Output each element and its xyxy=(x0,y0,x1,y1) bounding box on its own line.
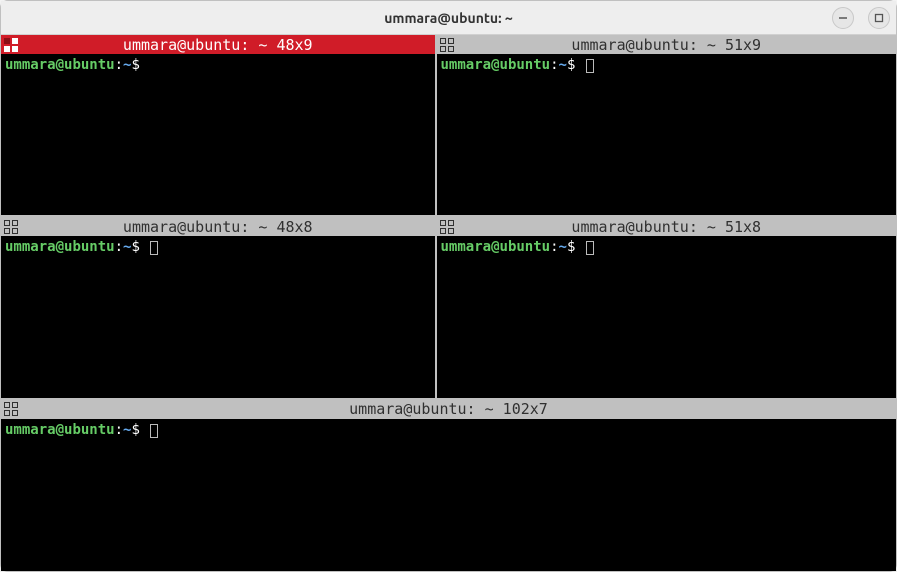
pane-mid-left[interactable]: ummara@ubuntu: ~ 48x8 ummara@ubuntu:~$ xyxy=(1,217,435,397)
prompt-host: ubuntu xyxy=(64,57,115,73)
pane-top-left[interactable]: ummara@ubuntu: ~ 48x9 ummara@ubuntu:~$ xyxy=(1,35,435,215)
pane-body-bottom[interactable]: ummara@ubuntu:~$ xyxy=(1,419,896,571)
pane-row-2: ummara@ubuntu: ~ 48x8 ummara@ubuntu:~$ xyxy=(1,217,896,397)
pane-split-icon xyxy=(4,38,18,52)
prompt-colon: : xyxy=(115,422,123,438)
prompt-host: ubuntu xyxy=(500,57,551,73)
prompt-user: ummara xyxy=(5,422,56,438)
prompt-symbol: $ xyxy=(567,57,575,73)
cursor xyxy=(150,424,158,438)
prompt-symbol: $ xyxy=(131,422,139,438)
window-frame: ummara@ubuntu: ~ xyxy=(0,0,897,572)
pane-split-icon xyxy=(4,220,18,234)
pane-body-mid-left[interactable]: ummara@ubuntu:~$ xyxy=(1,236,435,397)
pane-row-1: ummara@ubuntu: ~ 48x9 ummara@ubuntu:~$ xyxy=(1,35,896,215)
pane-body-mid-right[interactable]: ummara@ubuntu:~$ xyxy=(437,236,897,397)
cursor xyxy=(586,59,594,73)
pane-split-icon xyxy=(440,220,454,234)
prompt-user: ummara xyxy=(441,57,492,73)
window-title: ummara@ubuntu: ~ xyxy=(384,10,513,26)
prompt-at: @ xyxy=(491,239,499,255)
prompt-path: ~ xyxy=(559,57,567,73)
pane-mid-right[interactable]: ummara@ubuntu: ~ 51x8 ummara@ubuntu:~$ xyxy=(437,217,897,397)
pane-title-top-right[interactable]: ummara@ubuntu: ~ 51x9 xyxy=(437,35,897,54)
prompt-at: @ xyxy=(56,239,64,255)
pane-title-mid-left[interactable]: ummara@ubuntu: ~ 48x8 xyxy=(1,217,435,236)
window-titlebar[interactable]: ummara@ubuntu: ~ xyxy=(1,1,896,35)
prompt-at: @ xyxy=(56,57,64,73)
pane-title-bottom[interactable]: ummara@ubuntu: ~ 102x7 xyxy=(1,400,896,419)
prompt-symbol: $ xyxy=(131,57,139,73)
prompt-colon: : xyxy=(550,239,558,255)
prompt-path: ~ xyxy=(559,239,567,255)
prompt-colon: : xyxy=(550,57,558,73)
cursor xyxy=(150,241,158,255)
pane-title-top-left[interactable]: ummara@ubuntu: ~ 48x9 xyxy=(1,35,435,54)
pane-title-text: ummara@ubuntu: ~ 51x8 xyxy=(571,218,761,236)
prompt-at: @ xyxy=(491,57,499,73)
pane-title-text: ummara@ubuntu: ~ 48x8 xyxy=(123,218,313,236)
prompt-user: ummara xyxy=(5,57,56,73)
maximize-button[interactable] xyxy=(868,7,890,29)
pane-bottom[interactable]: ummara@ubuntu: ~ 102x7 ummara@ubuntu:~$ xyxy=(1,400,896,571)
cursor xyxy=(586,241,594,255)
pane-split-icon xyxy=(4,402,18,416)
prompt-colon: : xyxy=(115,239,123,255)
prompt-user: ummara xyxy=(441,239,492,255)
pane-split-icon xyxy=(440,38,454,52)
pane-title-text: ummara@ubuntu: ~ 102x7 xyxy=(349,400,548,418)
prompt-symbol: $ xyxy=(567,239,575,255)
pane-top-right[interactable]: ummara@ubuntu: ~ 51x9 ummara@ubuntu:~$ xyxy=(437,35,897,215)
pane-row-3: ummara@ubuntu: ~ 102x7 ummara@ubuntu:~$ xyxy=(1,400,896,571)
prompt-host: ubuntu xyxy=(64,239,115,255)
pane-title-text: ummara@ubuntu: ~ 48x9 xyxy=(123,36,313,54)
prompt-user: ummara xyxy=(5,239,56,255)
window-controls xyxy=(832,7,890,29)
prompt-at: @ xyxy=(56,422,64,438)
prompt-host: ubuntu xyxy=(64,422,115,438)
pane-body-top-right[interactable]: ummara@ubuntu:~$ xyxy=(437,54,897,215)
terminal-panes-container: ummara@ubuntu: ~ 48x9 ummara@ubuntu:~$ xyxy=(1,35,896,571)
pane-body-top-left[interactable]: ummara@ubuntu:~$ xyxy=(1,54,435,215)
minimize-button[interactable] xyxy=(832,7,854,29)
prompt-symbol: $ xyxy=(131,239,139,255)
pane-title-mid-right[interactable]: ummara@ubuntu: ~ 51x8 xyxy=(437,217,897,236)
prompt-colon: : xyxy=(115,57,123,73)
prompt-host: ubuntu xyxy=(500,239,551,255)
pane-title-text: ummara@ubuntu: ~ 51x9 xyxy=(571,36,761,54)
